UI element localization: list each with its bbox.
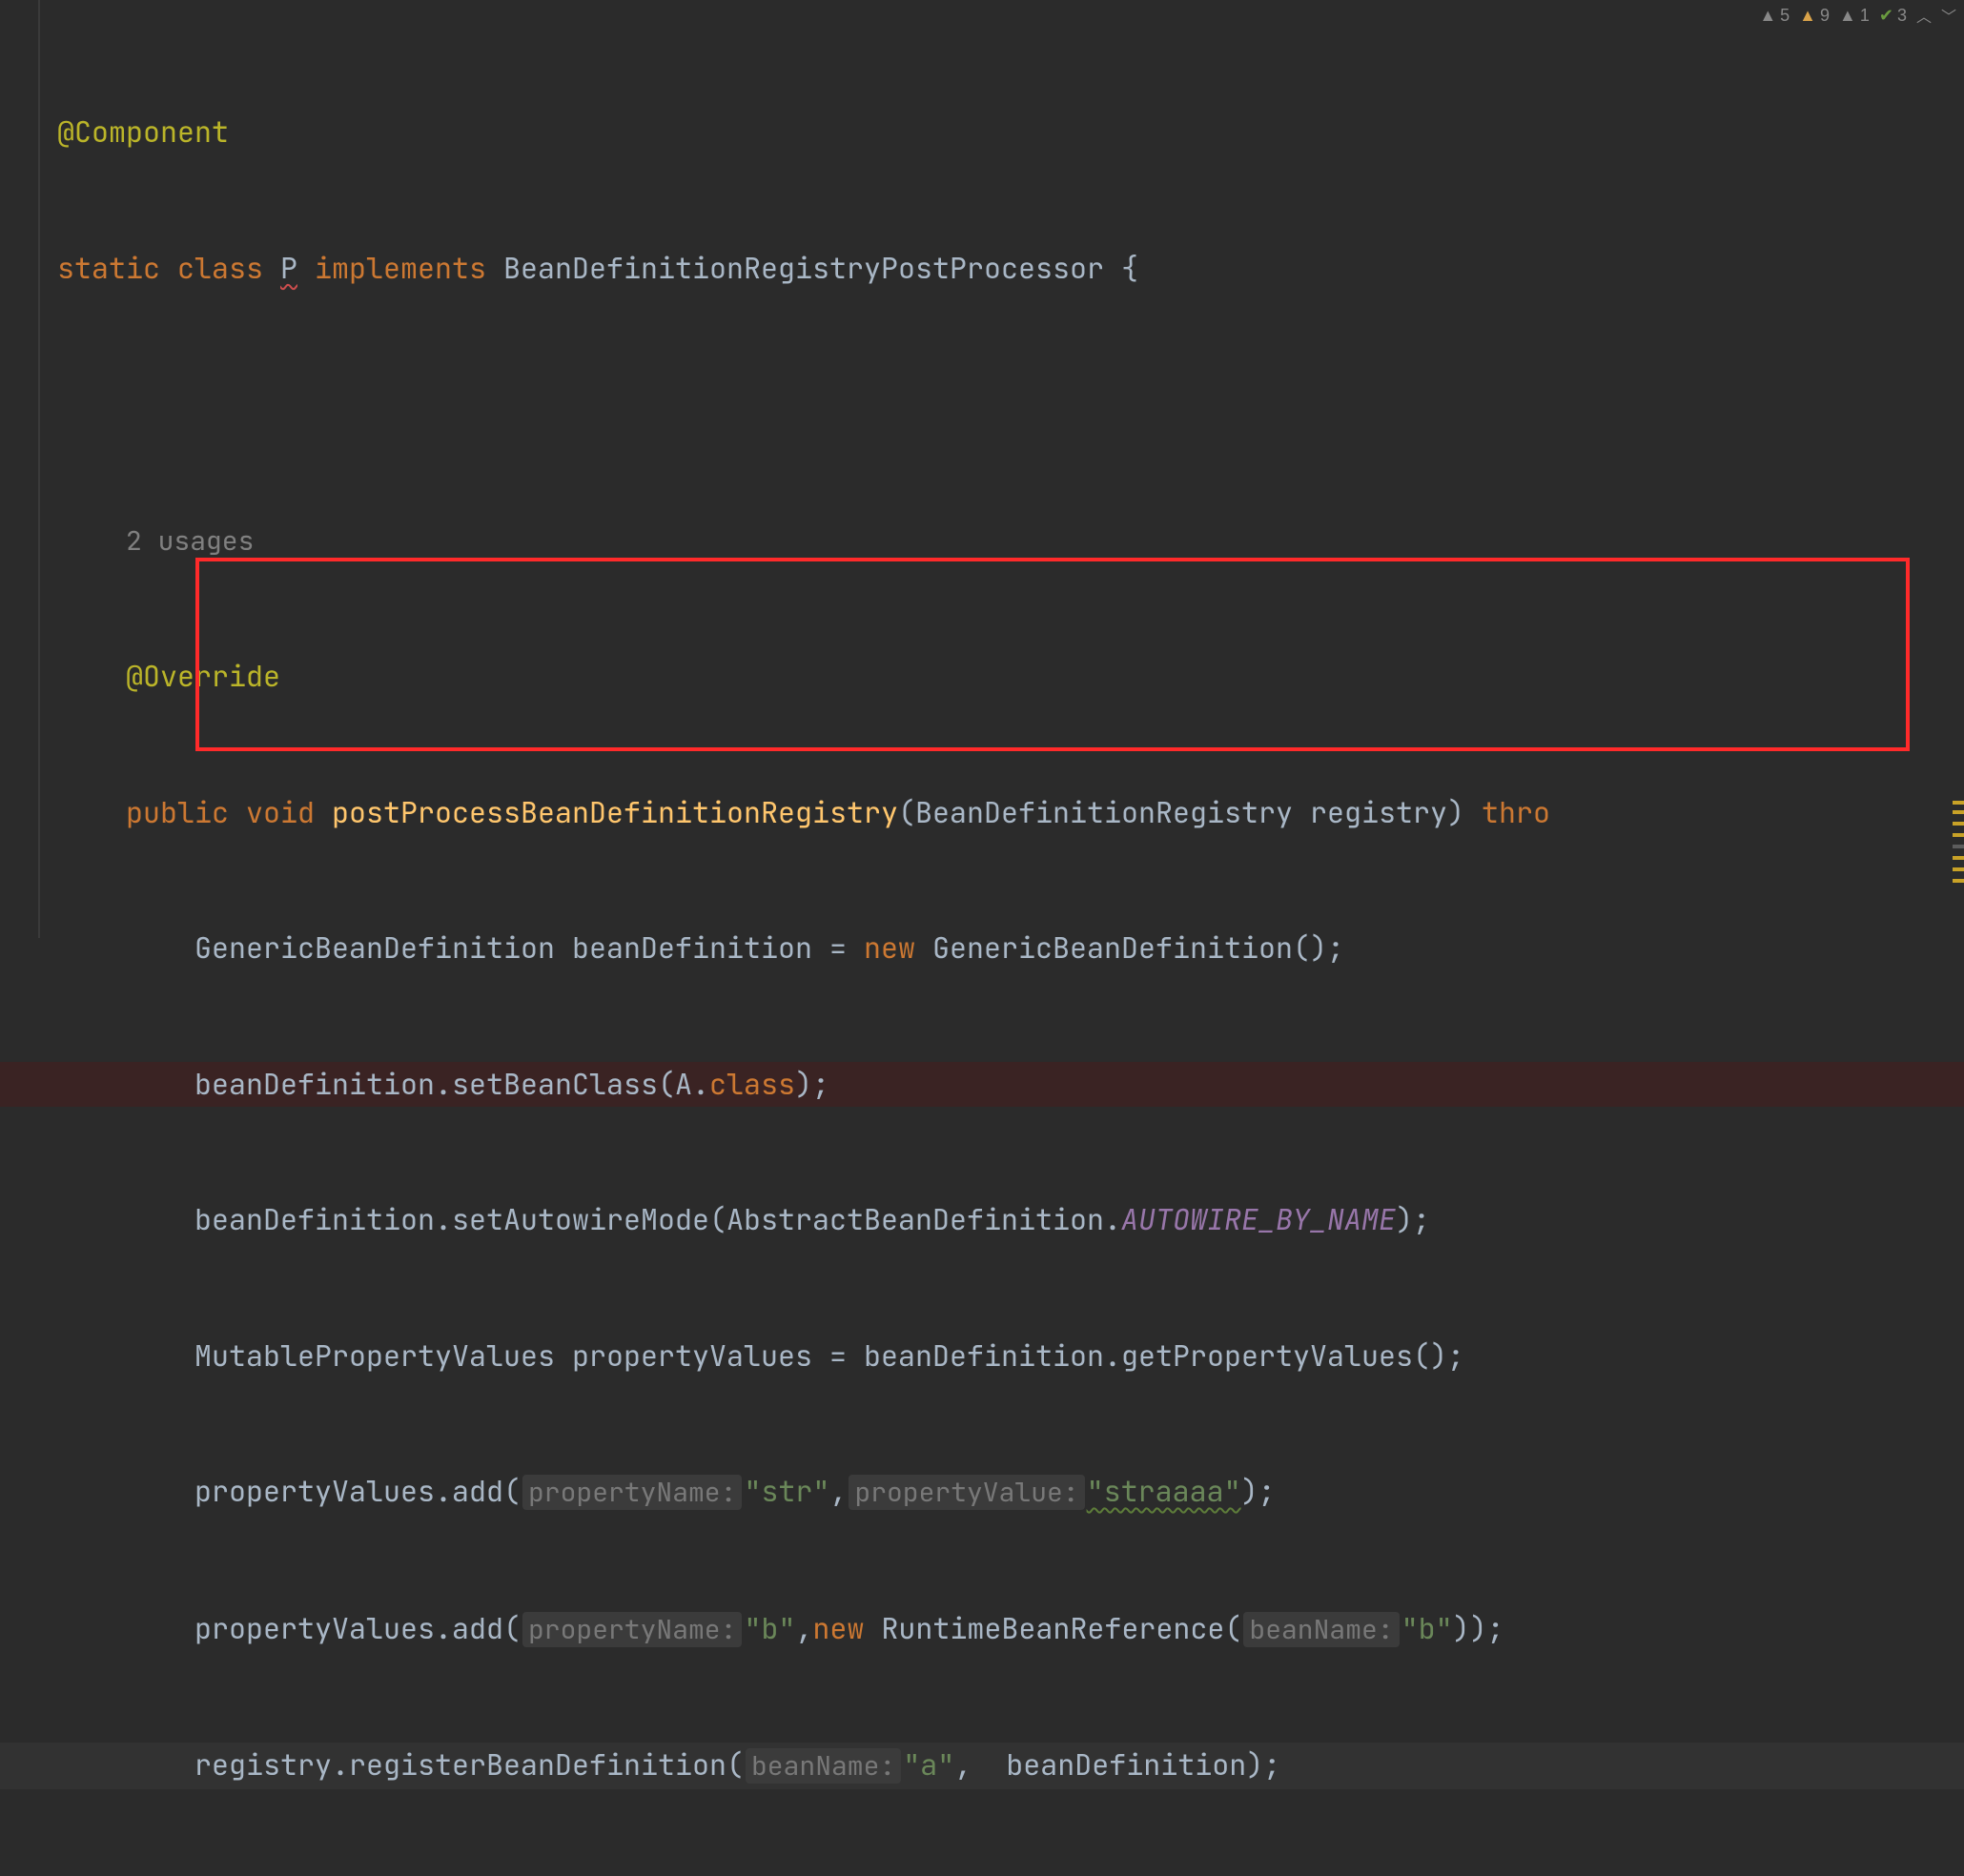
code-text: propertyValues.add(	[194, 1609, 521, 1647]
code-text: MutablePropertyValues propertyValues = b…	[194, 1336, 1464, 1375]
inspection-warning[interactable]: ▲ 9	[1799, 6, 1830, 26]
code-text: );	[1396, 1200, 1430, 1238]
interface-name: BeanDefinitionRegistryPostProcessor	[503, 249, 1104, 287]
method-name: postProcessBeanDefinitionRegistry	[332, 793, 898, 831]
brace-open: {	[1104, 249, 1138, 287]
triangle-warning-icon: ▲	[1759, 6, 1776, 26]
inspection-summary-bar[interactable]: ▲ 5 ▲ 9 ▲ 1 ✔ 3 ︿ ﹀	[1759, 4, 1956, 27]
parameter-hint: propertyName:	[522, 1612, 742, 1647]
error-stripe[interactable]	[1951, 0, 1964, 938]
triangle-warning-icon: ▲	[1799, 6, 1816, 26]
code-text: , beanDefinition);	[954, 1745, 1280, 1784]
chevron-up-icon[interactable]: ︿	[1916, 4, 1932, 27]
param-name: registry	[1310, 793, 1447, 831]
check-typo-icon: ✔	[1879, 6, 1893, 26]
annotation-component: @Component	[57, 112, 229, 151]
class-name-identifier: P	[280, 249, 297, 287]
error-stripe-marker[interactable]	[1953, 833, 1964, 837]
comma: ,	[795, 1609, 812, 1647]
keyword-public: public	[126, 793, 229, 831]
inspection-count: 9	[1820, 6, 1830, 26]
code-text: GenericBeanDefinition();	[915, 928, 1344, 967]
string-literal: "b"	[1401, 1609, 1453, 1647]
inspection-weak-warning-1[interactable]: ▲ 5	[1759, 6, 1790, 26]
code-text: beanDefinition.setAutowireMode(AbstractB…	[194, 1200, 1121, 1238]
code-area[interactable]: @Component static class P implements Bea…	[0, 19, 1964, 1876]
keyword-new: new	[812, 1609, 864, 1647]
parameter-hint: beanName:	[1243, 1612, 1399, 1647]
code-text: GenericBeanDefinition beanDefinition =	[194, 928, 864, 967]
keyword-throws-truncated: thro	[1482, 793, 1550, 831]
code-text: propertyValues.add(	[194, 1472, 521, 1510]
parameter-hint: propertyName:	[522, 1475, 742, 1510]
parameter-hint: propertyValue:	[849, 1475, 1084, 1510]
error-stripe-marker[interactable]	[1953, 822, 1964, 826]
parameter-hint: beanName:	[746, 1748, 901, 1784]
string-literal-typo: "straaaa"	[1087, 1472, 1241, 1510]
param-type: BeanDefinitionRegistry	[915, 793, 1293, 831]
code-text: ));	[1453, 1609, 1504, 1647]
error-stripe-marker[interactable]	[1953, 845, 1964, 848]
comma: ,	[829, 1472, 847, 1510]
error-stripe-marker[interactable]	[1953, 867, 1964, 871]
string-literal: "b"	[744, 1609, 795, 1647]
constant-field: AUTOWIRE_BY_NAME	[1121, 1200, 1396, 1238]
keyword-class: class	[177, 249, 263, 287]
code-editor[interactable]: ▲ 5 ▲ 9 ▲ 1 ✔ 3 ︿ ﹀ @Component static cl…	[0, 0, 1964, 938]
code-text: beanDefinition.setBeanClass(A.	[194, 1065, 709, 1103]
string-literal: "a"	[903, 1745, 954, 1784]
error-stripe-marker[interactable]	[1953, 879, 1964, 883]
error-stripe-marker[interactable]	[1953, 810, 1964, 814]
keyword-new: new	[864, 928, 915, 967]
code-text: );	[1241, 1472, 1276, 1510]
keyword-static: static	[57, 249, 160, 287]
usages-inlay[interactable]: 2 usages	[126, 523, 254, 559]
keyword-implements: implements	[315, 249, 486, 287]
inspection-count: 1	[1860, 6, 1870, 26]
triangle-warning-icon: ▲	[1839, 6, 1856, 26]
keyword-class-literal: class	[709, 1065, 795, 1103]
error-stripe-marker[interactable]	[1953, 856, 1964, 860]
inspection-typo[interactable]: ✔ 3	[1879, 6, 1907, 26]
string-literal: "str"	[744, 1472, 829, 1510]
code-text: RuntimeBeanReference(	[864, 1609, 1241, 1647]
error-stripe-marker[interactable]	[1953, 801, 1964, 805]
inspection-weak-warning-2[interactable]: ▲ 1	[1839, 6, 1870, 26]
annotation-override: @Override	[126, 657, 280, 695]
code-text: );	[795, 1065, 829, 1103]
keyword-void: void	[246, 793, 315, 831]
chevron-down-icon[interactable]: ﹀	[1941, 4, 1956, 27]
inspection-count: 5	[1780, 6, 1790, 26]
code-text: registry.registerBeanDefinition(	[194, 1745, 744, 1784]
inspection-count: 3	[1897, 6, 1907, 26]
